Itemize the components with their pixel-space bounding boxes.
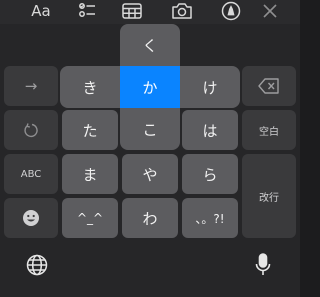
globe-icon[interactable] (24, 252, 50, 278)
emoji-key[interactable] (4, 198, 58, 238)
checklist-icon[interactable] (76, 0, 98, 22)
flick-up-ku[interactable]: く (120, 24, 180, 66)
arrow-right-key[interactable]: → (4, 66, 58, 106)
punctuation-key[interactable]: 、。?! (182, 198, 238, 238)
camera-icon[interactable] (170, 0, 194, 22)
kana-key-wa[interactable]: わ (122, 198, 178, 238)
undo-key[interactable] (4, 110, 58, 150)
abc-key[interactable]: ABC (4, 154, 58, 194)
kana-key-ya[interactable]: や (122, 154, 178, 194)
table-icon[interactable] (121, 0, 143, 22)
close-icon[interactable] (260, 0, 280, 22)
flick-down-ko[interactable]: こ (120, 108, 180, 150)
flick-left-ki[interactable]: き (60, 66, 120, 108)
keyboard-toolbar: Aa (0, 0, 300, 24)
kaomoji-key[interactable]: ^_^ (62, 198, 118, 238)
delete-key[interactable] (242, 66, 296, 106)
delete-icon (258, 78, 279, 94)
return-key[interactable]: 改行 (242, 154, 296, 238)
kana-key-ha[interactable]: は (182, 110, 238, 150)
flick-center-ka[interactable]: か (120, 66, 180, 108)
flick-right-ke[interactable]: け (180, 66, 240, 108)
markup-pen-icon[interactable] (220, 0, 242, 22)
kana-key-ta[interactable]: た (62, 110, 118, 150)
kana-key-ra[interactable]: ら (182, 154, 238, 194)
microphone-icon[interactable] (251, 251, 275, 279)
font-format-button[interactable]: Aa (28, 0, 54, 22)
emoji-icon (23, 210, 39, 226)
undo-icon (24, 123, 38, 138)
space-key[interactable]: 空白 (242, 110, 296, 150)
kana-key-ma[interactable]: ま (62, 154, 118, 194)
